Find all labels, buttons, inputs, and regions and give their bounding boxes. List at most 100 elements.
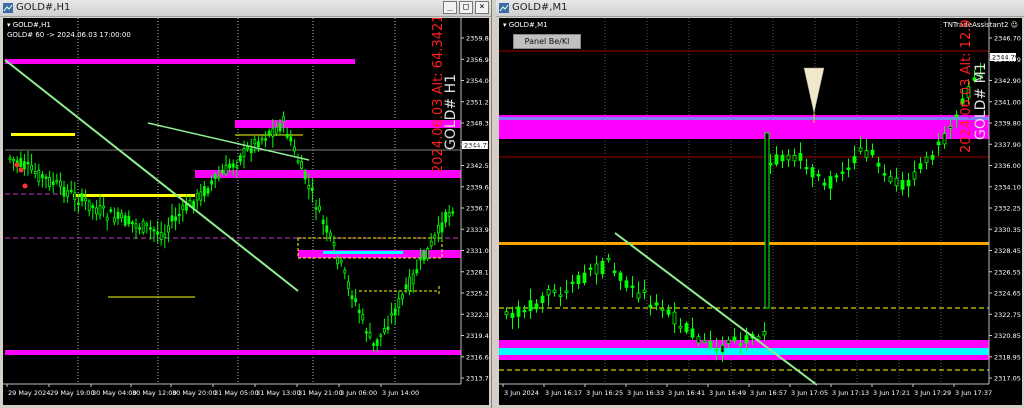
candle-body — [332, 242, 336, 246]
candle-body — [404, 284, 408, 290]
candle-body — [422, 250, 426, 261]
candle-body — [447, 212, 451, 217]
candle-body — [73, 192, 77, 201]
close-button[interactable]: × — [475, 1, 489, 14]
candle-body — [102, 205, 105, 209]
candle-body — [206, 188, 210, 194]
candle-body — [451, 211, 455, 214]
candle-body — [134, 223, 138, 229]
candle-body — [30, 164, 34, 171]
candle-body — [810, 167, 815, 178]
candle-body — [84, 197, 87, 202]
candle-body — [98, 205, 102, 216]
candle-body — [361, 314, 365, 321]
candle-body — [174, 216, 178, 221]
candle-body — [900, 180, 905, 190]
candle-body — [19, 157, 23, 167]
candle-body — [51, 181, 55, 186]
candle-body — [954, 114, 959, 118]
chart-canvas: 2344.792346.702344.792342.902341.002339.… — [499, 18, 1021, 397]
price-label: 2339.80 — [994, 120, 1021, 128]
candle-body — [564, 290, 569, 293]
candle-body — [55, 179, 59, 183]
time-label: 31 May 13:00 — [256, 389, 301, 397]
candle-body — [540, 295, 545, 303]
candle-body — [242, 148, 246, 158]
supply-zone — [5, 59, 355, 64]
candle-body — [386, 326, 390, 330]
candle-body — [177, 213, 181, 217]
symbol-label: ▾ GOLD#,H1 — [7, 21, 51, 29]
candle-body — [630, 285, 635, 288]
candle-body — [274, 126, 278, 134]
time-label: 3 Jun 17:37 — [955, 389, 992, 397]
candle-body — [804, 167, 809, 170]
candle-body — [876, 162, 881, 167]
price-label: 2336.75 — [466, 205, 489, 213]
chart-window-h1[interactable]: GOLD#,H1 _ □ × 2344.752359.852356.952354… — [0, 0, 492, 408]
minimize-button[interactable]: _ — [443, 1, 457, 14]
candle-body — [440, 222, 444, 233]
symbol-label: ▾ GOLD#,M1 — [503, 21, 548, 29]
candle-body — [433, 234, 437, 239]
candle-body — [666, 309, 671, 315]
candle-body — [780, 154, 785, 162]
candle-body — [792, 155, 797, 162]
candle-body — [66, 190, 69, 197]
candle-body — [942, 133, 947, 145]
price-chart-h1[interactable]: 2344.752359.852356.952354.052351.202348.… — [3, 18, 489, 405]
candle-body — [864, 150, 869, 158]
window-titlebar[interactable]: GOLD#,H1 _ □ × — [0, 0, 491, 17]
candle-body — [120, 213, 123, 219]
price-label: 2356.95 — [466, 56, 489, 64]
candle-body — [62, 186, 66, 197]
signal-marker — [22, 183, 28, 189]
candle-body — [109, 209, 113, 212]
demand-zone — [499, 340, 989, 348]
candle-body — [181, 204, 185, 211]
candle-body — [912, 171, 917, 180]
candle-body — [426, 248, 430, 259]
demand-zone — [499, 355, 989, 360]
candle-body — [408, 276, 412, 292]
trendline — [614, 232, 818, 386]
time-label: 3 Jun 17:21 — [873, 389, 910, 397]
candle-body — [22, 161, 26, 170]
candle-body — [690, 328, 695, 338]
zone-edge — [499, 117, 989, 120]
candle-body — [195, 193, 199, 201]
candle-body — [522, 309, 527, 313]
candle-body — [357, 309, 361, 314]
candle-body — [289, 136, 293, 142]
candle-body — [672, 311, 677, 325]
candle-body — [77, 202, 80, 205]
symbol-watermark: GOLD# H1 — [443, 73, 459, 150]
candle-body — [26, 161, 30, 165]
candle-body — [220, 169, 224, 174]
candle-body — [888, 176, 893, 183]
price-chart-m1[interactable]: 2344.79 2346.70 2344.79 2342.90 2341.00 2339.… — [499, 18, 1022, 405]
candle-body — [660, 308, 665, 312]
candle-body — [310, 187, 314, 191]
candle-body — [59, 180, 62, 187]
candle-body — [834, 175, 839, 178]
price-label: 2346.70 — [994, 35, 1021, 43]
candle-body — [846, 167, 851, 171]
candle-body — [948, 126, 953, 129]
candle-body — [744, 335, 749, 344]
window-titlebar[interactable]: GOLD#,M1 — [496, 0, 1024, 17]
time-label: 3 Jun 2024 — [504, 389, 539, 397]
candle-body — [48, 177, 51, 187]
candle-body — [321, 219, 325, 225]
panel-button[interactable]: Panel Be/Kl — [513, 34, 581, 49]
price-label: 2344.79 — [994, 56, 1021, 64]
candle-body — [228, 163, 232, 169]
candle-body — [379, 334, 383, 337]
candle-body — [696, 336, 701, 344]
candle-body — [552, 289, 557, 293]
chart-window-m1[interactable]: GOLD#,M1 2344.79 2346.70 2344.79 2342.90 234… — [496, 0, 1024, 408]
maximize-button[interactable]: □ — [459, 1, 473, 14]
candle-body — [654, 302, 659, 306]
candle-body — [303, 171, 307, 180]
time-label: 3 Jun 17:05 — [791, 389, 828, 397]
